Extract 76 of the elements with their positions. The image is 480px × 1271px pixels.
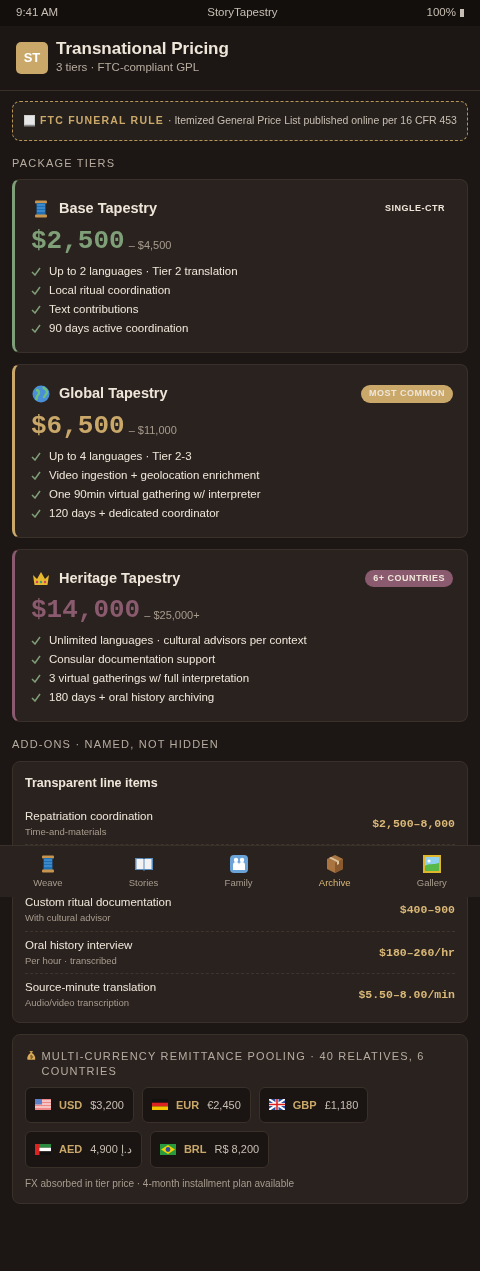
- feature-text: Local ritual coordination: [49, 282, 171, 298]
- feature-text: Unlimited languages · cultural advisors per context: [49, 633, 307, 649]
- addon-name: Custom ritual documentation: [25, 895, 172, 911]
- flag-icon: [159, 1143, 176, 1155]
- section-heading: PACKAGE TIERS: [12, 155, 117, 171]
- footnote: FX absorbed in tier price · 4-month installment plan available: [25, 1176, 296, 1191]
- tier-max-price: – $11,000: [128, 423, 177, 439]
- feature-text: 3 virtual gatherings w/ full interpretation: [49, 671, 250, 687]
- app-avatar: ST: [16, 41, 48, 74]
- card-title: Transparent line items: [25, 774, 159, 792]
- status-time: 9:41 AM: [16, 5, 59, 21]
- nav-tab[interactable]: Family: [224, 854, 253, 889]
- flag-icon: [35, 1143, 51, 1155]
- family-icon: [228, 854, 249, 875]
- feature-text: 120 days + dedicated coordinator: [49, 505, 220, 521]
- addon-note: Time-and-materials: [25, 824, 108, 839]
- box-icon: [324, 854, 345, 875]
- picture-icon: [421, 854, 442, 875]
- feature-text: Up to 2 languages · Tier 2 translation: [49, 263, 238, 279]
- currency-amount: R$ 8,200: [214, 1142, 260, 1158]
- tier-tag: SINGLE-CTR: [377, 200, 453, 218]
- tier-name: Base Tapestry: [59, 199, 158, 219]
- nav-tab[interactable]: Gallery: [416, 854, 447, 889]
- battery-icon: [460, 9, 464, 17]
- money-bag-icon: [25, 1048, 38, 1063]
- tier-name: Global Tapestry: [59, 383, 168, 403]
- nav-tab[interactable]: Weave: [33, 854, 63, 889]
- notice-text: · Itemized General Price List published online per 16 CFR 453: [168, 112, 457, 128]
- addon-price: $400–900: [399, 902, 455, 919]
- currency-code: AED: [59, 1142, 83, 1158]
- page-icon: [23, 114, 36, 128]
- app-name: StoryTapestry: [207, 5, 278, 21]
- addon-name: Source-minute translation: [25, 980, 157, 996]
- tier-tag: MOST COMMON: [361, 385, 453, 403]
- tier-tag: 6+ COUNTRIES: [365, 569, 453, 588]
- currency-code: EUR: [175, 1097, 200, 1113]
- tier-max-price: – $4,500: [128, 238, 172, 254]
- page-title: Transnational Pricing: [56, 40, 229, 59]
- feature-text: Text contributions: [49, 301, 139, 317]
- currency-amount: £1,180: [324, 1097, 359, 1113]
- currency-amount: $3,200: [90, 1097, 124, 1113]
- nav-tab[interactable]: Archive: [318, 854, 351, 889]
- addon-note: Audio/video transcription: [25, 996, 131, 1011]
- page-subtitle: 3 tiers · FTC-compliant GPL: [56, 59, 201, 75]
- nav-tab[interactable]: Stories: [128, 854, 159, 889]
- addon-price: $2,500–8,000: [372, 815, 455, 832]
- currency-amount: €2,450: [207, 1097, 241, 1113]
- notice-label: FTC FUNERAL RULE: [40, 112, 164, 128]
- feature-text: 180 days + oral history archiving: [49, 690, 215, 706]
- tier-name: Heritage Tapestry: [59, 568, 181, 588]
- tier-price: $2,500: [31, 227, 125, 254]
- currency-code: BRL: [183, 1142, 207, 1158]
- currency-code: USD: [59, 1097, 83, 1113]
- feature-text: Consular documentation support: [49, 652, 216, 668]
- addon-name: Oral history interview: [25, 937, 133, 953]
- flag-icon: [151, 1099, 168, 1111]
- globe-icon: [31, 383, 51, 404]
- tier-max-price: – $25,000+: [144, 607, 200, 623]
- flag-icon: [35, 1099, 51, 1111]
- card-title: MULTI-CURRENCY REMITTANCE POOLING · 40 RELATIVES, 6 COUNTRIES: [41, 1048, 426, 1079]
- flag-icon: [268, 1099, 285, 1111]
- currency-amount: 4,900 د.إ: [90, 1142, 132, 1158]
- currency-code: GBP: [292, 1097, 317, 1113]
- section-heading: ADD-ONS · NAMED, NOT HIDDEN: [12, 737, 220, 753]
- addon-name: Repatriation coordination: [25, 808, 153, 824]
- battery-level: 100%: [426, 5, 456, 21]
- addon-price: $5.50–8.00/min: [358, 987, 455, 1004]
- tier-price: $6,500: [31, 412, 125, 439]
- feature-text: Up to 4 languages · Tier 2-3: [49, 448, 192, 464]
- addon-price: $180–260/hr: [379, 944, 455, 961]
- feature-text: One 90min virtual gathering w/ interpreter: [49, 486, 261, 502]
- feature-text: Video ingestion + geolocation enrichment: [49, 467, 260, 483]
- addon-note: Per hour · transcribed: [25, 953, 118, 968]
- feature-text: 90 days active coordination: [49, 320, 189, 336]
- addon-note: With cultural advisor: [25, 911, 112, 926]
- tier-price: $14,000: [31, 597, 141, 624]
